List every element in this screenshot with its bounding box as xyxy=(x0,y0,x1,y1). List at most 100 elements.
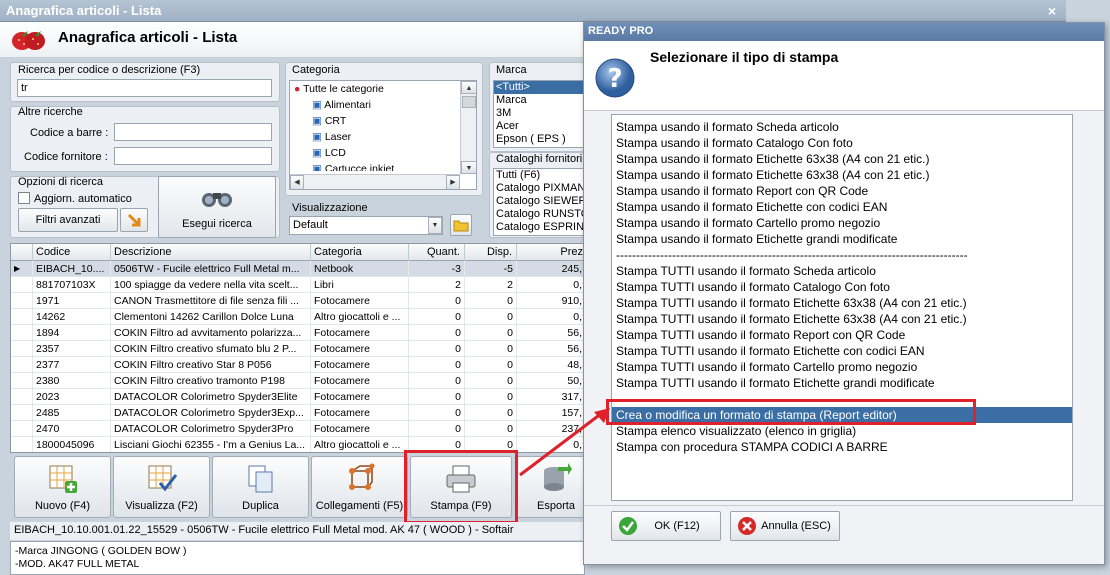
catalogo-item[interactable]: Catalogo PIXMANIA xyxy=(494,182,583,195)
table-row[interactable]: 2023 DATACOLOR Colorimetro Spyder3Elite Fo… xyxy=(11,389,584,405)
auto-update-checkbox[interactable] xyxy=(18,192,30,204)
folder-button[interactable] xyxy=(450,214,472,236)
table-row[interactable]: 2470 DATACOLOR Colorimetro Spyder3Pro Foto… xyxy=(11,421,584,437)
cancel-button[interactable]: Annulla (ESC) xyxy=(730,511,840,541)
report-editor-highlight-box xyxy=(606,399,976,425)
collegamenti-button[interactable]: Collegamenti (F5) xyxy=(311,456,408,518)
folder-tree-icon: ▣ xyxy=(312,147,322,159)
close-icon[interactable]: × xyxy=(1044,3,1060,19)
esegui-ricerca-button[interactable]: Esegui ricerca xyxy=(158,176,276,238)
print-option[interactable]: Stampa usando il formato Report con QR C… xyxy=(616,183,1068,199)
column-header-quant[interactable]: Quant. xyxy=(409,244,465,261)
filtri-avanzati-label: Filtri avanzati xyxy=(35,214,101,226)
table-cell: EIBACH_10.... xyxy=(33,261,111,277)
table-cell: 100 spiagge da vedere nella vita scelt..… xyxy=(111,277,311,293)
chevron-down-icon[interactable]: ▼ xyxy=(428,217,442,234)
tree-item[interactable]: ▣ CRT xyxy=(310,115,346,128)
row-indicator xyxy=(11,309,33,325)
row-indicator: ▶ xyxy=(11,261,33,277)
articles-grid[interactable]: Codice Descrizione Categoria Quant. Disp… xyxy=(10,243,585,453)
categoria-tree[interactable]: ● Tutte le categorie ▣ Alimentari ▣ CRT … xyxy=(289,80,477,190)
table-cell: 2 xyxy=(465,277,517,293)
print-option[interactable]: Stampa TUTTI usando il formato Cartello … xyxy=(616,359,1068,375)
table-row[interactable]: 1971 CANON Trasmettitore di file senza fi… xyxy=(11,293,584,309)
print-option[interactable]: Stampa TUTTI usando il formato Etichette… xyxy=(616,311,1068,327)
column-header-descrizione[interactable]: Descrizione xyxy=(111,244,311,261)
print-option[interactable]: Stampa usando il formato Scheda articolo xyxy=(616,119,1068,135)
print-option[interactable]: Stampa elenco visualizzato (elenco in gr… xyxy=(616,423,1068,439)
fornitore-input[interactable] xyxy=(114,147,272,165)
table-row[interactable]: 2377 COKIN Filtro creativo Star 8 P056 Fot… xyxy=(11,357,584,373)
catalogo-item[interactable]: Tutti (F6) xyxy=(494,169,583,182)
column-header-disp[interactable]: Disp. xyxy=(465,244,517,261)
table-cell: Libri xyxy=(311,277,409,293)
folder-tree-icon: ▣ xyxy=(312,131,322,143)
print-option[interactable]: Stampa usando il formato Etichette 63x38… xyxy=(616,167,1068,183)
scroll-up-icon[interactable]: ▲ xyxy=(461,81,476,94)
print-option[interactable]: Stampa TUTTI usando il formato Scheda ar… xyxy=(616,263,1068,279)
scroll-down-icon[interactable]: ▼ xyxy=(461,161,476,174)
column-header-codice[interactable]: Codice xyxy=(33,244,111,261)
visualizzazione-select[interactable]: Default xyxy=(289,216,443,235)
table-row[interactable]: 14262 Clementoni 14262 Carillon Dolce Lun… xyxy=(11,309,584,325)
nuovo-button[interactable]: Nuovo (F4) xyxy=(14,456,111,518)
filtri-avanzati-button[interactable]: Filtri avanzati xyxy=(18,208,118,232)
catalogo-item[interactable]: Catalogo RUNSTORE xyxy=(494,208,583,221)
column-header-prezzo[interactable]: Prez xyxy=(517,244,584,261)
esegui-ricerca-label: Esegui ricerca xyxy=(182,218,252,230)
table-row[interactable]: 881707103X 100 spiagge da vedere nella vi… xyxy=(11,277,584,293)
column-header-categoria[interactable]: Categoria xyxy=(311,244,409,261)
print-option[interactable]: Stampa usando il formato Etichette grand… xyxy=(616,231,1068,247)
print-option[interactable]: Stampa TUTTI usando il formato Etichette… xyxy=(616,375,1068,391)
print-option[interactable]: Stampa usando il formato Etichette con c… xyxy=(616,199,1068,215)
tree-item[interactable]: ▣ Cartucce inkjet xyxy=(310,163,394,171)
marca-list[interactable]: <Tutti> Marca 3M Acer Epson ( EPS ) xyxy=(493,80,584,148)
row-indicator xyxy=(11,277,33,293)
tree-item-root[interactable]: ● Tutte le categorie xyxy=(292,83,384,96)
scroll-right-icon[interactable]: ▶ xyxy=(446,175,460,189)
categoria-scrollbar[interactable]: ▲ ▼ xyxy=(460,81,476,174)
marca-item[interactable]: Marca xyxy=(494,94,583,107)
table-cell: CANON Trasmettitore di file senza fili .… xyxy=(111,293,311,309)
print-option[interactable]: Stampa TUTTI usando il formato Catalogo … xyxy=(616,279,1068,295)
table-row[interactable]: 2485 DATACOLOR Colorimetro Spyder3Exp... F… xyxy=(11,405,584,421)
cancel-x-icon xyxy=(738,517,756,535)
dialog-message: Selezionare il tipo di stampa xyxy=(650,49,839,65)
catalogo-item[interactable]: Catalogo SIEWERT xyxy=(494,195,583,208)
cataloghi-list[interactable]: Tutti (F6) Catalogo PIXMANIA Catalogo SI… xyxy=(493,168,584,236)
scroll-thumb[interactable] xyxy=(462,96,476,108)
search-input[interactable]: tr xyxy=(17,79,272,97)
print-option[interactable]: Stampa usando il formato Cartello promo … xyxy=(616,215,1068,231)
marca-item-selected[interactable]: <Tutti> xyxy=(494,81,583,94)
table-row[interactable]: 2380 COKIN Filtro creativo tramonto P198 F… xyxy=(11,373,584,389)
marca-item[interactable]: Epson ( EPS ) xyxy=(494,133,583,146)
catalogo-item[interactable]: Catalogo ESPRINET xyxy=(494,221,583,234)
duplica-button[interactable]: Duplica xyxy=(212,456,309,518)
print-option[interactable]: Stampa TUTTI usando il formato Etichette… xyxy=(616,295,1068,311)
table-cell: 0 xyxy=(465,421,517,437)
print-option[interactable]: Stampa TUTTI usando il formato Etichette… xyxy=(616,343,1068,359)
table-cell: COKIN Filtro ad avvitamento polarizza... xyxy=(111,325,311,341)
arrow-icon xyxy=(127,213,141,227)
print-option[interactable]: Stampa TUTTI usando il formato Report co… xyxy=(616,327,1068,343)
table-row[interactable]: 1894 COKIN Filtro ad avvitamento polarizz… xyxy=(11,325,584,341)
visualizza-button[interactable]: Visualizza (F2) xyxy=(113,456,210,518)
tree-item[interactable]: ▣ LCD xyxy=(310,147,346,160)
table-row[interactable]: ▶ EIBACH_10.... 0506TW - Fucile elettrico … xyxy=(11,261,584,277)
print-type-dialog: READY PRO ? Selezionare il tipo di stamp… xyxy=(583,22,1105,565)
barcode-input[interactable] xyxy=(114,123,272,141)
print-option[interactable]: Stampa usando il formato Catalogo Con fo… xyxy=(616,135,1068,151)
categoria-hscroll[interactable]: ◀ ▶ xyxy=(290,174,460,189)
marca-item[interactable]: Acer xyxy=(494,120,583,133)
scroll-left-icon[interactable]: ◀ xyxy=(290,175,304,189)
tree-item[interactable]: ▣ Alimentari xyxy=(310,99,371,112)
marca-item[interactable]: 3M xyxy=(494,107,583,120)
print-options-list[interactable]: Stampa usando il formato Scheda articolo… xyxy=(611,114,1073,501)
print-option[interactable]: Stampa usando il formato Etichette 63x38… xyxy=(616,151,1068,167)
ok-button[interactable]: OK (F12) xyxy=(611,511,721,541)
print-option[interactable]: Stampa con procedura STAMPA CODICI A BAR… xyxy=(616,439,1068,455)
table-row[interactable]: 2357 COKIN Filtro creativo sfumato blu 2 … xyxy=(11,341,584,357)
cancel-label: Annulla (ESC) xyxy=(761,520,831,532)
tree-item[interactable]: ▣ Laser xyxy=(310,131,351,144)
filter-arrow-button[interactable] xyxy=(120,208,148,232)
